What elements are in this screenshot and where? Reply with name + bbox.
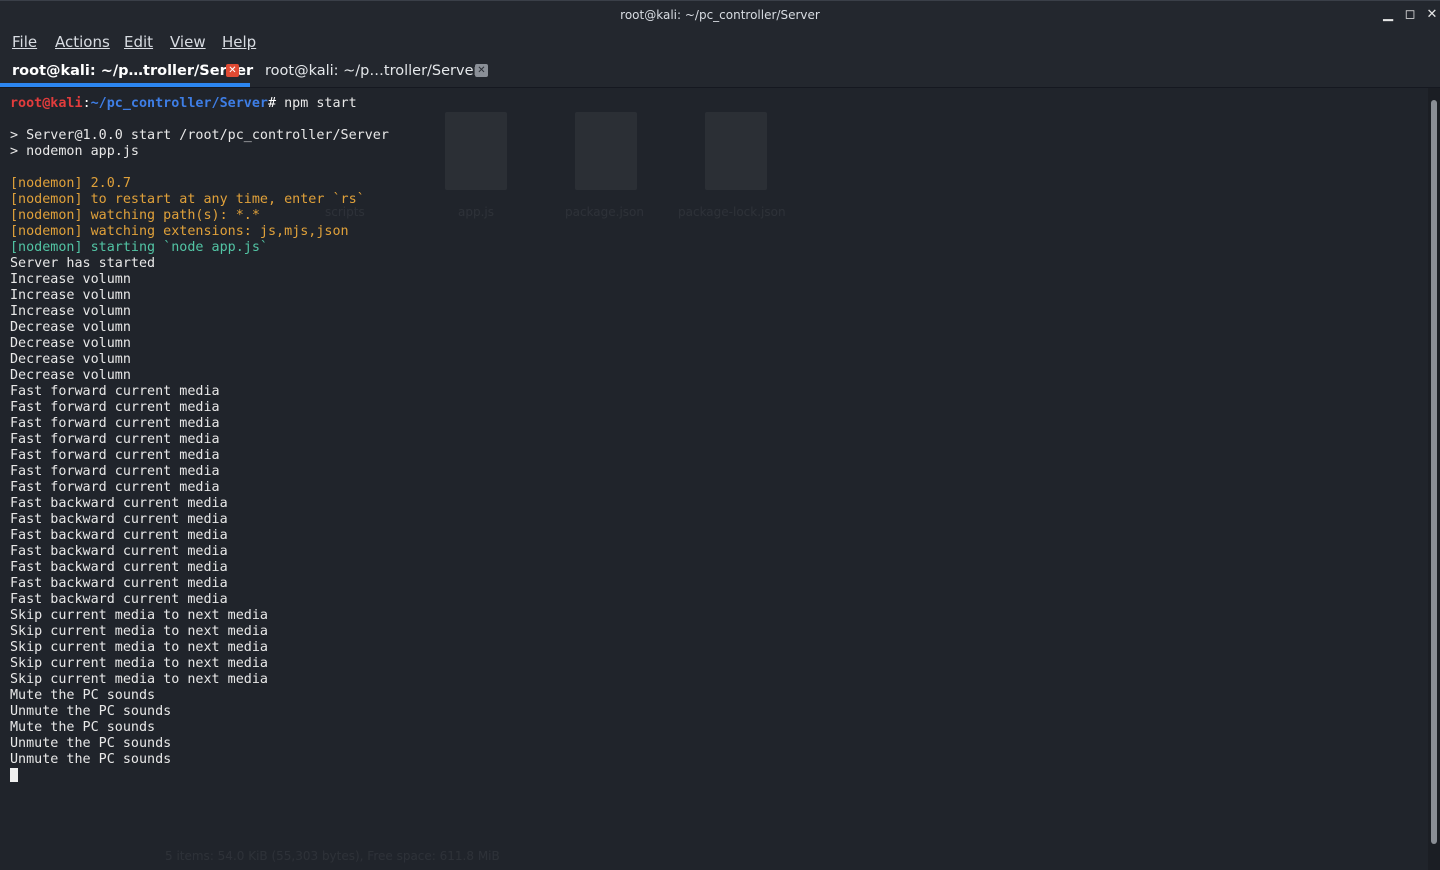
log-line: Increase volumn (10, 304, 131, 319)
tab-terminal-1[interactable]: root@kali: ~/p…troller/Server ✕ (0, 56, 254, 87)
npm-line: > Server@1.0.0 start /root/pc_controller… (10, 128, 389, 143)
scrollbar[interactable] (1428, 88, 1440, 870)
menu-file[interactable]: File (12, 33, 37, 51)
log-line: Mute the PC sounds (10, 688, 156, 703)
prompt-command: npm start (284, 96, 357, 111)
prompt-line: root@kali:~/pc_controller/Server# npm st… (10, 96, 357, 111)
window-title: root@kali: ~/pc_controller/Server (620, 8, 820, 22)
log-line: Fast backward current media (10, 576, 228, 591)
ghost-file-label: app.js (458, 205, 494, 219)
menu-edit[interactable]: Edit (124, 33, 153, 51)
log-line: Skip current media to next media (10, 608, 268, 623)
log-line: Decrease volumn (10, 320, 131, 335)
log-line: Skip current media to next media (10, 672, 268, 687)
log-line: Fast forward current media (10, 432, 220, 447)
log-line: Fast backward current media (10, 528, 228, 543)
tab-terminal-2[interactable]: root@kali: ~/p…troller/Server ✕ (250, 56, 500, 87)
log-line: Fast forward current media (10, 400, 220, 415)
ghost-status-text: 5 items: 54.0 KiB (55,303 bytes), Free s… (165, 849, 500, 863)
active-tab-indicator (0, 83, 250, 87)
log-line: Mute the PC sounds (10, 720, 156, 735)
tab-close-icon[interactable]: ✕ (475, 64, 488, 77)
menu-view[interactable]: View (170, 33, 206, 51)
log-line: Fast backward current media (10, 560, 228, 575)
nodemon-line: [nodemon] watching extensions: js,mjs,js… (10, 224, 349, 239)
maximize-icon[interactable]: ◻ (1402, 7, 1418, 23)
log-line: Fast forward current media (10, 384, 220, 399)
close-icon[interactable]: ✕ (1424, 7, 1440, 23)
log-line: Fast forward current media (10, 480, 220, 495)
ghost-file-icon (445, 112, 507, 190)
tab-close-icon[interactable]: ✕ (226, 64, 239, 77)
ghost-file-icon (705, 112, 767, 190)
log-line: Skip current media to next media (10, 656, 268, 671)
log-line: Unmute the PC sounds (10, 704, 172, 719)
menu-actions[interactable]: Actions (55, 33, 110, 51)
minimize-icon[interactable]: ▁ (1380, 7, 1396, 23)
terminal-lines: root@kali:~/pc_controller/Server# npm st… (10, 96, 389, 784)
log-line: Fast forward current media (10, 416, 220, 431)
terminal-output[interactable]: scripts app.js package.json package-lock… (0, 88, 1428, 870)
menu-bar: File Actions Edit View Help (0, 30, 1440, 56)
log-line: Skip current media to next media (10, 640, 268, 655)
scrollbar-thumb[interactable] (1431, 100, 1437, 844)
log-line: Increase volumn (10, 272, 131, 287)
terminal-window: root@kali: ~/pc_controller/Server ▁ ◻ ✕ … (0, 0, 1440, 870)
log-line: Unmute the PC sounds (10, 752, 172, 767)
ghost-file-label: package-lock.json (678, 205, 786, 219)
nodemon-start-line: [nodemon] starting `node app.js` (10, 240, 268, 255)
nodemon-line: [nodemon] watching path(s): *.* (10, 208, 260, 223)
title-bar[interactable]: root@kali: ~/pc_controller/Server ▁ ◻ ✕ (0, 0, 1440, 30)
nodemon-line: [nodemon] 2.0.7 (10, 176, 131, 191)
menu-help[interactable]: Help (222, 33, 256, 51)
log-line: Decrease volumn (10, 352, 131, 367)
log-line: Increase volumn (10, 288, 131, 303)
log-line: Server has started (10, 256, 156, 271)
tab-label: root@kali: ~/p…troller/Server (265, 63, 480, 79)
npm-line: > nodemon app.js (10, 144, 139, 159)
ghost-file-label: package.json (565, 205, 645, 219)
log-line: Skip current media to next media (10, 624, 268, 639)
log-line: Unmute the PC sounds (10, 736, 172, 751)
log-line: Decrease volumn (10, 368, 131, 383)
nodemon-line: [nodemon] to restart at any time, enter … (10, 192, 365, 207)
log-line: Fast backward current media (10, 592, 228, 607)
prompt-path: ~/pc_controller/Server (90, 96, 268, 111)
prompt-user: root@kali (10, 96, 83, 111)
log-line: Fast backward current media (10, 544, 228, 559)
log-line: Fast forward current media (10, 448, 220, 463)
log-line: Fast forward current media (10, 464, 220, 479)
tab-label: root@kali: ~/p…troller/Server (12, 63, 254, 79)
cursor-line (10, 768, 389, 784)
log-line: Fast backward current media (10, 512, 228, 527)
log-line: Decrease volumn (10, 336, 131, 351)
log-line: Fast backward current media (10, 496, 228, 511)
terminal-cursor (10, 768, 18, 782)
log-lines: Server has started Increase volumn Increas… (10, 256, 389, 768)
tab-bar: root@kali: ~/p…troller/Server ✕ root@kal… (0, 56, 1440, 88)
ghost-file-icon (575, 112, 637, 190)
